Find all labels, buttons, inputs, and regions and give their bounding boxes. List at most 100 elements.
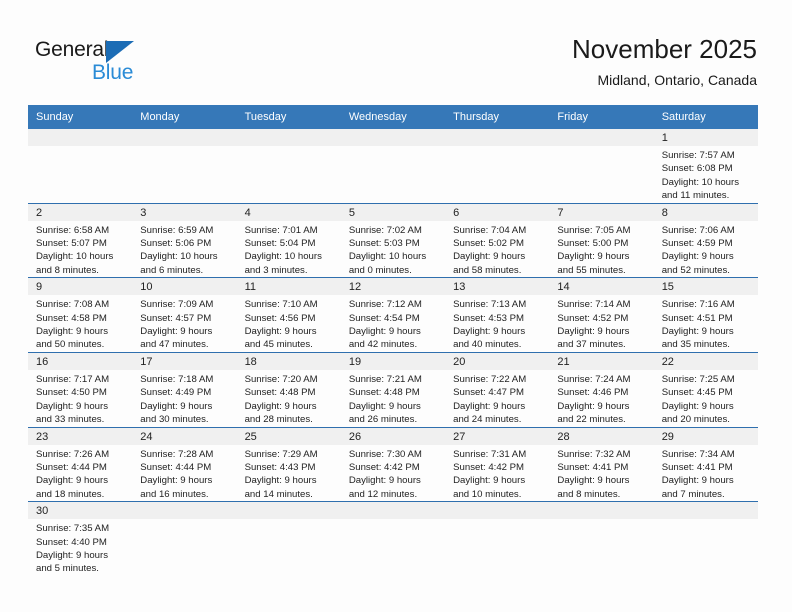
calendar-cell-day[interactable]: 21 Sunrise: 7:24 AM Sunset: 4:46 PM Dayligh… <box>549 351 654 427</box>
daylight-text-line2: and 52 minutes. <box>661 264 730 276</box>
daylight-text-line2: and 28 minutes. <box>244 414 313 426</box>
calendar-cell-day[interactable]: 9 Sunrise: 7:08 AM Sunset: 4:58 PM Daylight… <box>28 277 133 353</box>
sunset-text: Sunset: 4:50 PM <box>36 387 107 399</box>
day-details: Sunrise: 7:06 AM Sunset: 4:59 PM Daylight:… <box>654 221 758 278</box>
day-number: 16 <box>28 352 133 370</box>
column-header-sunday: Sunday <box>28 105 133 129</box>
calendar-cell-day[interactable]: 7 Sunrise: 7:05 AM Sunset: 5:00 PM Daylight… <box>549 202 654 278</box>
day-cell-inner: 30 Sunrise: 7:35 AM Sunset: 4:40 PM Dayligh… <box>28 502 133 576</box>
day-details: Sunrise: 7:05 AM Sunset: 5:00 PM Daylight:… <box>549 221 653 278</box>
day-details: Sunrise: 6:59 AM Sunset: 5:06 PM Daylight:… <box>132 221 236 278</box>
daylight-text-line1: Daylight: 9 hours <box>453 326 526 338</box>
day-cell-inner <box>340 129 446 203</box>
daylight-text-line1: Daylight: 9 hours <box>661 400 734 412</box>
daylight-text-line1: Daylight: 9 hours <box>36 326 108 338</box>
calendar-cell-day[interactable]: 25 Sunrise: 7:29 AM Sunset: 4:43 PM Dayligh… <box>236 426 341 502</box>
daylight-text-line1: Daylight: 9 hours <box>140 400 213 412</box>
sunset-text: Sunset: 4:52 PM <box>557 312 629 324</box>
sunset-text: Sunset: 4:59 PM <box>661 238 733 250</box>
day-number: 4 <box>236 203 341 221</box>
calendar-table: Sunday Monday Tuesday Wednesday Thursday Frid… <box>28 105 758 576</box>
general-blue-logo[interactable]: General Blue <box>35 38 165 88</box>
day-number <box>236 502 341 520</box>
calendar-cell-day[interactable]: 28 Sunrise: 7:32 AM Sunset: 4:41 PM Dayligh… <box>549 426 654 502</box>
sunset-text: Sunset: 5:00 PM <box>557 238 629 250</box>
calendar-cell-day[interactable]: 8 Sunrise: 7:06 AM Sunset: 4:59 PM Daylight… <box>653 202 758 278</box>
daylight-text-line1: Daylight: 10 hours <box>348 251 427 263</box>
sunrise-text: Sunrise: 7:06 AM <box>661 224 735 236</box>
sunrise-text: Sunrise: 7:24 AM <box>557 373 631 385</box>
sunrise-text: Sunrise: 6:58 AM <box>36 224 110 236</box>
day-details: Sunrise: 7:09 AM Sunset: 4:57 PM Daylight:… <box>132 295 236 352</box>
calendar-cell-day[interactable]: 1 Sunrise: 7:57 AM Sunset: 6:08 PM Daylight… <box>653 129 758 204</box>
day-cell-inner <box>28 129 133 203</box>
day-cell-inner: 3 Sunrise: 6:59 AM Sunset: 5:06 PM Daylight… <box>132 203 237 278</box>
day-cell-inner: 8 Sunrise: 7:06 AM Sunset: 4:59 PM Daylight… <box>653 203 758 278</box>
sunset-text: Sunset: 4:46 PM <box>557 387 629 399</box>
sunset-text: Sunset: 4:57 PM <box>140 312 212 324</box>
calendar-cell-day[interactable]: 27 Sunrise: 7:31 AM Sunset: 4:42 PM Dayligh… <box>445 426 550 502</box>
sunrise-text: Sunrise: 6:59 AM <box>140 224 214 236</box>
calendar-cell-day[interactable]: 26 Sunrise: 7:30 AM Sunset: 4:42 PM Dayligh… <box>340 426 446 502</box>
day-number: 8 <box>653 203 758 221</box>
calendar-cell-day[interactable]: 22 Sunrise: 7:25 AM Sunset: 4:45 PM Dayligh… <box>653 351 758 427</box>
triangle-flag-icon <box>106 41 134 63</box>
sunrise-text: Sunrise: 7:20 AM <box>244 373 318 385</box>
daylight-text-line1: Daylight: 9 hours <box>453 475 526 487</box>
day-number <box>340 502 446 520</box>
sunset-text: Sunset: 4:44 PM <box>140 461 212 473</box>
daylight-text-line2: and 58 minutes. <box>453 264 522 276</box>
calendar-cell-day[interactable]: 23 Sunrise: 7:26 AM Sunset: 4:44 PM Dayligh… <box>28 426 133 502</box>
calendar-cell-day[interactable]: 30 Sunrise: 7:35 AM Sunset: 4:40 PM Dayligh… <box>28 501 133 576</box>
day-details: Sunrise: 7:21 AM Sunset: 4:48 PM Daylight:… <box>341 370 445 427</box>
day-cell-inner <box>653 502 758 576</box>
sunrise-text: Sunrise: 7:12 AM <box>348 299 422 311</box>
calendar-week-row: 2 Sunrise: 6:58 AM Sunset: 5:07 PM Daylight… <box>28 202 758 278</box>
day-number: 5 <box>340 203 446 221</box>
sunset-text: Sunset: 4:41 PM <box>661 461 733 473</box>
day-details: Sunrise: 7:18 AM Sunset: 4:49 PM Daylight:… <box>132 370 236 427</box>
day-cell-inner <box>132 502 237 576</box>
sunset-text: Sunset: 4:48 PM <box>244 387 316 399</box>
sunrise-text: Sunrise: 7:57 AM <box>661 150 735 161</box>
calendar-cell-day[interactable]: 14 Sunrise: 7:14 AM Sunset: 4:52 PM Dayligh… <box>549 277 654 353</box>
day-number: 23 <box>28 427 133 445</box>
calendar-cell-day[interactable]: 15 Sunrise: 7:16 AM Sunset: 4:51 PM Dayligh… <box>653 277 758 353</box>
day-cell-inner <box>236 129 341 203</box>
calendar-cell-day[interactable]: 20 Sunrise: 7:22 AM Sunset: 4:47 PM Dayligh… <box>445 351 550 427</box>
calendar-cell-day[interactable]: 24 Sunrise: 7:28 AM Sunset: 4:44 PM Dayligh… <box>132 426 237 502</box>
page-header: General Blue November 2025 Midland, Onta… <box>0 0 792 100</box>
calendar-cell-day[interactable]: 17 Sunrise: 7:18 AM Sunset: 4:49 PM Dayligh… <box>132 351 237 427</box>
calendar-cell-day[interactable]: 13 Sunrise: 7:13 AM Sunset: 4:53 PM Dayligh… <box>445 277 550 353</box>
sunrise-text: Sunrise: 7:35 AM <box>36 523 110 535</box>
calendar-cell-day[interactable]: 6 Sunrise: 7:04 AM Sunset: 5:02 PM Daylight… <box>445 202 550 278</box>
day-cell-inner: 28 Sunrise: 7:32 AM Sunset: 4:41 PM Dayligh… <box>549 427 654 502</box>
calendar-cell-empty <box>445 501 550 576</box>
calendar-cell-day[interactable]: 10 Sunrise: 7:09 AM Sunset: 4:57 PM Dayligh… <box>132 277 237 353</box>
calendar-week-row: 23 Sunrise: 7:26 AM Sunset: 4:44 PM Dayligh… <box>28 426 758 502</box>
calendar-body: 1 Sunrise: 7:57 AM Sunset: 6:08 PM Daylight… <box>28 129 758 576</box>
calendar-cell-day[interactable]: 18 Sunrise: 7:20 AM Sunset: 4:48 PM Dayligh… <box>236 351 341 427</box>
calendar-cell-day[interactable]: 2 Sunrise: 6:58 AM Sunset: 5:07 PM Daylight… <box>28 202 133 278</box>
sunrise-text: Sunrise: 7:02 AM <box>348 224 422 236</box>
calendar-cell-day[interactable]: 11 Sunrise: 7:10 AM Sunset: 4:56 PM Dayligh… <box>236 277 341 353</box>
calendar-week-row: 16 Sunrise: 7:17 AM Sunset: 4:50 PM Dayligh… <box>28 351 758 427</box>
day-cell-inner: 24 Sunrise: 7:28 AM Sunset: 4:44 PM Dayligh… <box>132 427 237 502</box>
calendar-cell-day[interactable]: 3 Sunrise: 6:59 AM Sunset: 5:06 PM Daylight… <box>132 202 237 278</box>
calendar-cell-day[interactable]: 29 Sunrise: 7:34 AM Sunset: 4:41 PM Dayligh… <box>653 426 758 502</box>
calendar-cell-day[interactable]: 4 Sunrise: 7:01 AM Sunset: 5:04 PM Daylight… <box>236 202 341 278</box>
logo-word-general: General <box>35 38 109 61</box>
daylight-text-line1: Daylight: 9 hours <box>348 326 421 338</box>
day-number <box>236 129 341 146</box>
calendar-cell-day[interactable]: 5 Sunrise: 7:02 AM Sunset: 5:03 PM Daylight… <box>340 202 446 278</box>
sunset-text: Sunset: 4:45 PM <box>661 387 733 399</box>
daylight-text-line2: and 55 minutes. <box>557 264 626 276</box>
calendar-cell-day[interactable]: 16 Sunrise: 7:17 AM Sunset: 4:50 PM Dayligh… <box>28 351 133 427</box>
calendar-cell-empty <box>236 501 341 576</box>
day-details: Sunrise: 7:22 AM Sunset: 4:47 PM Daylight:… <box>445 370 549 427</box>
sunset-text: Sunset: 4:53 PM <box>453 312 525 324</box>
logo-word-blue: Blue <box>92 61 134 84</box>
sunrise-text: Sunrise: 7:29 AM <box>244 448 318 460</box>
calendar-cell-day[interactable]: 19 Sunrise: 7:21 AM Sunset: 4:48 PM Dayligh… <box>340 351 446 427</box>
calendar-cell-day[interactable]: 12 Sunrise: 7:12 AM Sunset: 4:54 PM Dayligh… <box>340 277 446 353</box>
